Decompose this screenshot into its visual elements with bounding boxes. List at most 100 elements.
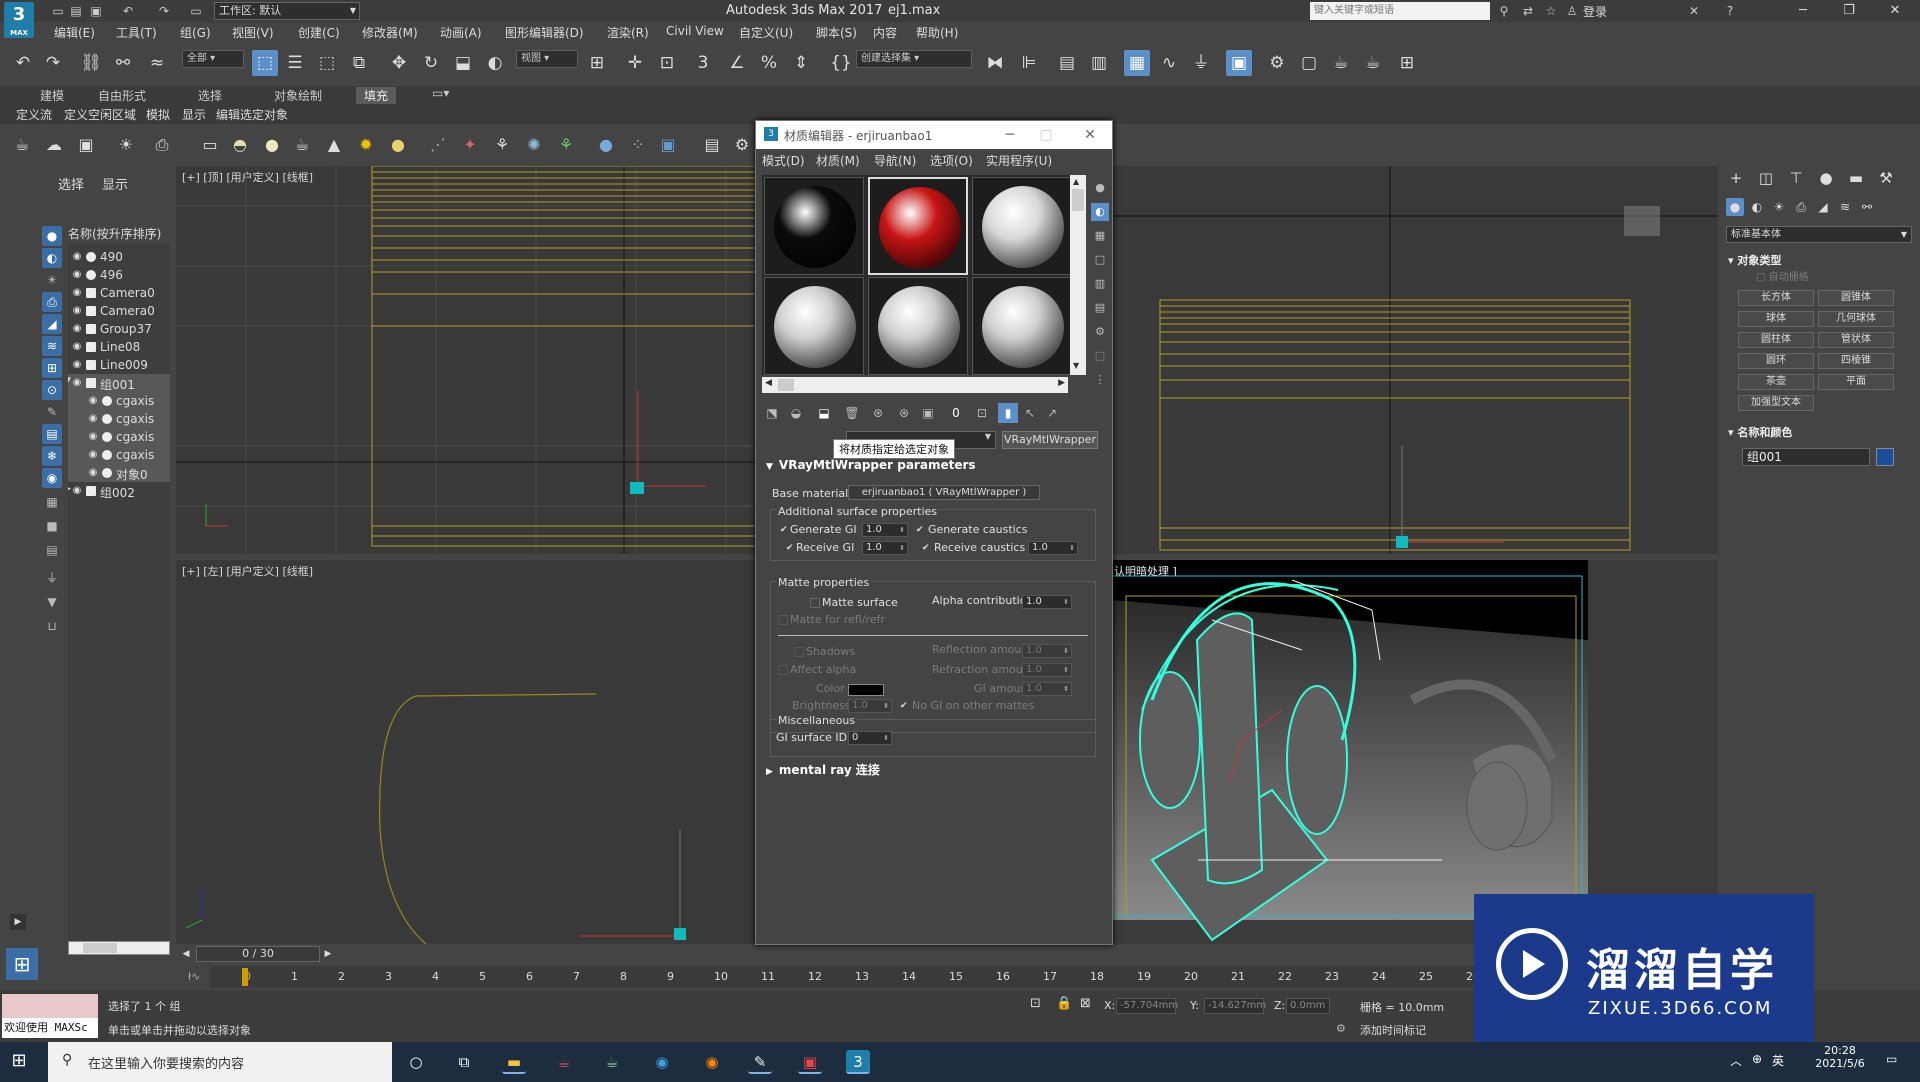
explorer-tab-select[interactable]: 选择 xyxy=(58,174,84,193)
time-prev-icon[interactable]: ◀ xyxy=(178,946,194,962)
mirror-icon[interactable]: ⧓ xyxy=(982,50,1008,76)
select-manipulate-icon[interactable]: ✛ xyxy=(622,50,648,76)
reflection-amount-spinner[interactable]: 1.0 ⬍ xyxy=(1022,644,1072,658)
curve-editor-icon[interactable]: ∿ xyxy=(1156,50,1182,76)
menu-content[interactable]: 内容 xyxy=(873,24,897,41)
generate-caustics-checkbox[interactable]: ✔ xyxy=(916,525,926,535)
taskbar-clock[interactable]: 20:28 2021/5/6 xyxy=(1800,1044,1880,1070)
lights-icon[interactable]: ☀ xyxy=(1770,198,1788,216)
refraction-amount-spinner[interactable]: 1.0 ⬍ xyxy=(1022,663,1072,677)
keyboard-shortcut-icon[interactable]: ⊡ xyxy=(654,50,680,76)
material-slot[interactable] xyxy=(868,177,968,275)
visibility-eye-icon[interactable]: ◉ xyxy=(70,268,84,282)
show-shaded-map-icon[interactable]: ⊡ xyxy=(972,403,992,423)
helpers-icon[interactable]: ◢ xyxy=(1814,198,1832,216)
list-item[interactable]: ▶◉组002 xyxy=(68,482,170,500)
spinner-snap-icon[interactable]: ⇕ xyxy=(788,50,814,76)
text-plus-button[interactable]: 加强型文本 xyxy=(1738,395,1814,411)
menu-utilities[interactable]: 实用程序(U) xyxy=(986,152,1052,169)
percent-snap-icon[interactable]: % xyxy=(756,50,782,76)
ribbon-toggle-icon[interactable]: ▦ xyxy=(1124,50,1150,76)
geosphere-button[interactable]: 几何球体 xyxy=(1818,311,1894,327)
cloud-icon[interactable]: ☁ xyxy=(42,133,66,157)
base-material-button[interactable]: erjiruanbao1 ( VRayMtlWrapper ) xyxy=(848,485,1040,500)
maxscript-mini-listener[interactable]: 欢迎使用 MAXSc xyxy=(2,1018,98,1038)
settings-icon[interactable]: ⚙ xyxy=(730,133,754,157)
material-slot[interactable] xyxy=(764,277,864,375)
time-cursor[interactable] xyxy=(242,968,248,986)
visibility-eye-icon[interactable]: ◉ xyxy=(70,358,84,372)
display-lights-icon[interactable]: ☀ xyxy=(42,270,62,290)
viewport-layout-icon[interactable]: ⊞ xyxy=(6,948,38,980)
rect-selection-icon[interactable]: ⬚ xyxy=(314,50,340,76)
edit-named-selection-icon[interactable]: {} xyxy=(828,50,854,76)
visibility-eye-icon[interactable]: ◉ xyxy=(70,322,84,336)
place-icon[interactable]: ◐ xyxy=(482,50,508,76)
workspace-dropdown[interactable]: 工作区: 默认 ▼ xyxy=(214,2,360,20)
menu-edit[interactable]: 编辑(E) xyxy=(54,24,95,41)
viewport-left[interactable]: [+] [左] [用户定义] [线框] xyxy=(176,560,756,944)
backlight-icon[interactable]: ◐ xyxy=(1091,203,1109,221)
menu-create[interactable]: 创建(C) xyxy=(298,24,340,41)
pyramid-button[interactable]: 四棱锥 xyxy=(1818,353,1894,369)
clipboard-icon[interactable]: ▤ xyxy=(700,133,724,157)
get-material-icon[interactable]: ⬔ xyxy=(762,403,782,423)
define-flows-button[interactable]: 定义流 xyxy=(16,106,52,123)
list-item[interactable]: ◉ Group37 xyxy=(68,320,170,338)
name-color-rollout[interactable]: ▾ 名称和颜色 xyxy=(1728,424,1792,440)
visibility-eye-icon[interactable]: ◉ xyxy=(70,250,84,264)
autodesk-x-icon[interactable]: ✕ xyxy=(1686,3,1702,19)
close-button[interactable]: ✕ xyxy=(1872,0,1918,22)
visibility-eye-icon[interactable]: ◉ xyxy=(70,484,84,498)
cone-button[interactable]: 圆锥体 xyxy=(1818,290,1894,306)
menu-modes[interactable]: 模式(D) xyxy=(762,152,805,169)
material-editor-titlebar[interactable]: 3 材质编辑器 - erjiruanbao1 ─ ▢ ✕ xyxy=(756,121,1112,149)
user-icon[interactable]: ♙ xyxy=(1564,3,1580,19)
undo-icon[interactable]: ↶ xyxy=(120,3,136,19)
sample-uv-tiling-icon[interactable]: □ xyxy=(1091,251,1109,269)
save-icon[interactable]: ▣ xyxy=(88,3,104,19)
app-icon-3[interactable]: ▣ xyxy=(798,1050,822,1074)
visibility-eye-icon[interactable]: ◉ xyxy=(86,394,100,408)
maximize-button[interactable]: ▢ xyxy=(1036,125,1056,145)
object-name-field[interactable]: 组001 xyxy=(1742,448,1870,466)
display-geometry-icon[interactable]: ● xyxy=(42,226,62,246)
tab-modeling[interactable]: 建模 xyxy=(40,87,64,104)
viewport-camera-render[interactable]: 认明暗处理 ] xyxy=(1112,560,1718,944)
object-color-swatch[interactable] xyxy=(1876,448,1894,466)
snaps-toggle-icon[interactable]: 3 xyxy=(690,50,716,76)
minimize-button[interactable]: ─ xyxy=(1780,0,1826,22)
visibility-eye-icon[interactable]: ◉ xyxy=(70,376,84,390)
select-object-icon[interactable]: ⬚ xyxy=(252,50,278,76)
add-time-tag[interactable]: 添加时间标记 xyxy=(1360,1022,1426,1038)
video-color-check-icon[interactable]: ▥ xyxy=(1091,275,1109,293)
menu-customize[interactable]: 自定义(U) xyxy=(739,24,793,41)
time-tag-icon[interactable]: ⚙ xyxy=(1336,1022,1346,1035)
display-bones-icon[interactable]: ✎ xyxy=(42,402,62,422)
proxy-icon[interactable]: ☕ xyxy=(290,133,314,157)
material-type-button[interactable]: VRayMtlWrapper xyxy=(1002,431,1098,449)
edit-selected-button[interactable]: 编辑选定对象 xyxy=(216,106,288,123)
sphere-button[interactable]: 球体 xyxy=(1738,311,1814,327)
project-folder-icon[interactable]: ▭ xyxy=(188,3,204,19)
go-to-parent-icon[interactable]: ↖ xyxy=(1020,403,1040,423)
menu-help[interactable]: 帮助(H) xyxy=(916,24,958,41)
matte-color-swatch[interactable] xyxy=(848,684,884,696)
menu-civil-view[interactable]: Civil View xyxy=(666,24,724,38)
tab-freeform[interactable]: 自由形式 xyxy=(98,87,146,104)
material-slot[interactable] xyxy=(972,177,1072,275)
display-xrefs-icon[interactable]: ⊙ xyxy=(42,380,62,400)
app-icon-1[interactable]: ☕ xyxy=(552,1050,576,1074)
rendered-frame-icon[interactable]: ▢ xyxy=(1296,50,1322,76)
3dsmax-taskbar-icon[interactable]: 3 xyxy=(846,1050,870,1074)
list-item[interactable]: ◉ cgaxis xyxy=(68,392,170,410)
render-teapot-icon[interactable]: ☕ xyxy=(1328,50,1354,76)
render-iterative-icon[interactable]: ☕ xyxy=(1360,50,1386,76)
align-icon[interactable]: ⊫ xyxy=(1016,50,1042,76)
menu-material[interactable]: 材质(M) xyxy=(816,152,860,169)
primitive-type-dropdown[interactable]: 标准基本体 ▼ xyxy=(1726,226,1912,243)
fur-icon[interactable]: ⋰ xyxy=(426,133,450,157)
taskbar-search[interactable]: ⚲ 在这里输入你要搜索的内容 xyxy=(48,1042,392,1082)
menu-rendering[interactable]: 渲染(R) xyxy=(607,24,649,41)
lock-selection-icon[interactable]: ⊔ xyxy=(42,616,62,636)
